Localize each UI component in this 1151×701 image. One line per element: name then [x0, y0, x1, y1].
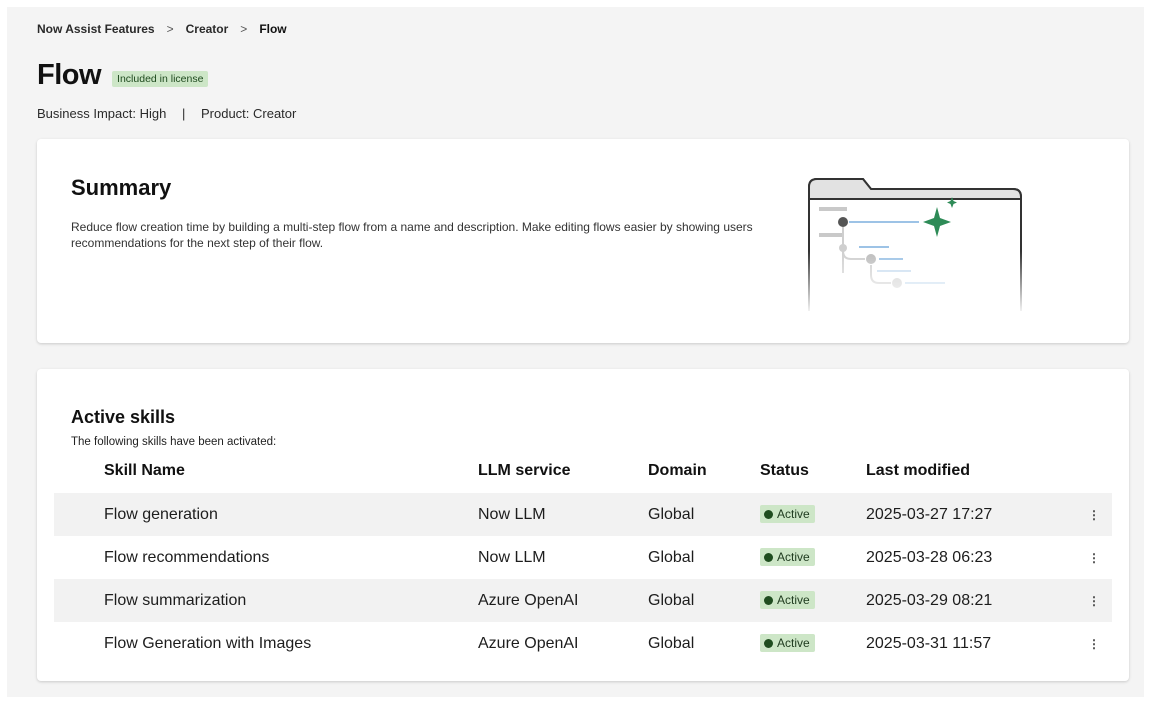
active-skills-title: Active skills	[71, 407, 176, 427]
breadcrumb-item-creator[interactable]: Creator	[186, 22, 229, 36]
status-badge: Active	[760, 548, 815, 567]
llm-service-cell: Now LLM	[478, 548, 546, 566]
status-cell: Active	[760, 622, 866, 665]
table-row[interactable]: Flow generation Now LLM Global Active 20…	[54, 493, 1112, 536]
llm-service-cell: Now LLM	[478, 493, 648, 536]
active-skills-card: Active skills The following skills have …	[37, 369, 1129, 681]
status-dot-icon	[764, 638, 773, 648]
breadcrumb: Now Assist Features > Creator > Flow	[37, 22, 287, 36]
domain-cell: Global	[648, 634, 695, 652]
breadcrumb-item-flow: Flow	[259, 22, 287, 36]
business-impact: Business Impact: High	[37, 106, 167, 121]
kebab-icon[interactable]: ⋮	[1088, 638, 1100, 650]
status-label: Active	[777, 636, 810, 651]
page-title: Flow	[37, 59, 102, 91]
column-header-domain[interactable]: Domain	[648, 449, 760, 493]
llm-service-cell: Azure OpenAI	[478, 579, 648, 622]
skill-name-cell: Flow generation	[54, 493, 478, 536]
status-badge: Active	[760, 591, 815, 610]
last-modified-cell: 2025-03-29 08:21	[866, 579, 1088, 622]
skills-table: Skill Name LLM service Domain Status Las…	[54, 449, 1112, 665]
summary-title: Summary	[71, 175, 172, 200]
license-badge: Included in license	[112, 70, 209, 87]
table-row[interactable]: Flow Generation with Images Azure OpenAI…	[54, 622, 1112, 665]
breadcrumb-separator: >	[240, 22, 248, 36]
table-row[interactable]: Flow summarization Azure OpenAI Global A…	[54, 579, 1112, 622]
breadcrumb-separator: >	[166, 22, 174, 36]
last-modified-cell: 2025-03-27 17:27	[866, 493, 1088, 536]
kebab-icon[interactable]: ⋮	[1088, 595, 1100, 607]
status-badge: Active	[760, 505, 815, 524]
table-header-row: Skill Name LLM service Domain Status Las…	[54, 449, 1112, 493]
column-header-skill-name[interactable]: Skill Name	[54, 449, 478, 493]
row-actions-cell: ⋮	[1088, 579, 1112, 622]
summary-description: Reduce flow creation time by building a …	[71, 220, 753, 250]
column-header-last-modified[interactable]: Last modified	[866, 449, 1088, 493]
status-label: Active	[777, 507, 810, 522]
status-dot-icon	[764, 595, 773, 605]
last-modified-cell: 2025-03-28 06:23	[866, 548, 993, 566]
row-actions-cell: ⋮	[1088, 622, 1112, 665]
domain-cell: Global	[648, 579, 760, 622]
llm-service-cell: Azure OpenAI	[478, 634, 579, 652]
kebab-icon[interactable]: ⋮	[1088, 509, 1100, 521]
kebab-icon[interactable]: ⋮	[1088, 552, 1100, 564]
flow-illustration	[807, 173, 1023, 315]
breadcrumb-item-now-assist-features[interactable]: Now Assist Features	[37, 22, 155, 36]
column-header-actions	[1088, 449, 1112, 493]
page-header: Flow Included in license	[37, 59, 209, 92]
domain-cell: Global	[648, 493, 760, 536]
summary-card: Summary Reduce flow creation time by bui…	[37, 139, 1129, 343]
status-cell: Active	[760, 493, 866, 536]
column-header-llm-service[interactable]: LLM service	[478, 449, 648, 493]
skill-name-cell: Flow summarization	[54, 579, 478, 622]
domain-cell: Global	[648, 548, 695, 566]
skill-name-cell: Flow recommendations	[104, 548, 270, 566]
status-cell: Active	[760, 536, 866, 579]
status-label: Active	[777, 593, 810, 608]
product-label: Product: Creator	[200, 106, 297, 121]
row-actions-cell: ⋮	[1088, 536, 1112, 579]
last-modified-cell: 2025-03-31 11:57	[866, 634, 992, 652]
page: Now Assist Features > Creator > Flow Flo…	[7, 7, 1144, 697]
table-row[interactable]: Flow recommendations Now LLM Global Acti…	[54, 536, 1112, 579]
status-cell: Active	[760, 579, 866, 622]
row-actions-cell: ⋮	[1088, 493, 1112, 536]
meta-separator: |	[181, 106, 186, 121]
column-header-status[interactable]: Status	[760, 449, 866, 493]
status-dot-icon	[764, 552, 773, 562]
status-badge: Active	[760, 634, 815, 653]
page-meta: Business Impact: High | Product: Creator	[37, 106, 296, 121]
status-label: Active	[777, 550, 810, 565]
active-skills-subtitle: The following skills have been activated…	[71, 436, 277, 448]
status-dot-icon	[764, 509, 773, 519]
skill-name-cell: Flow Generation with Images	[104, 634, 312, 652]
